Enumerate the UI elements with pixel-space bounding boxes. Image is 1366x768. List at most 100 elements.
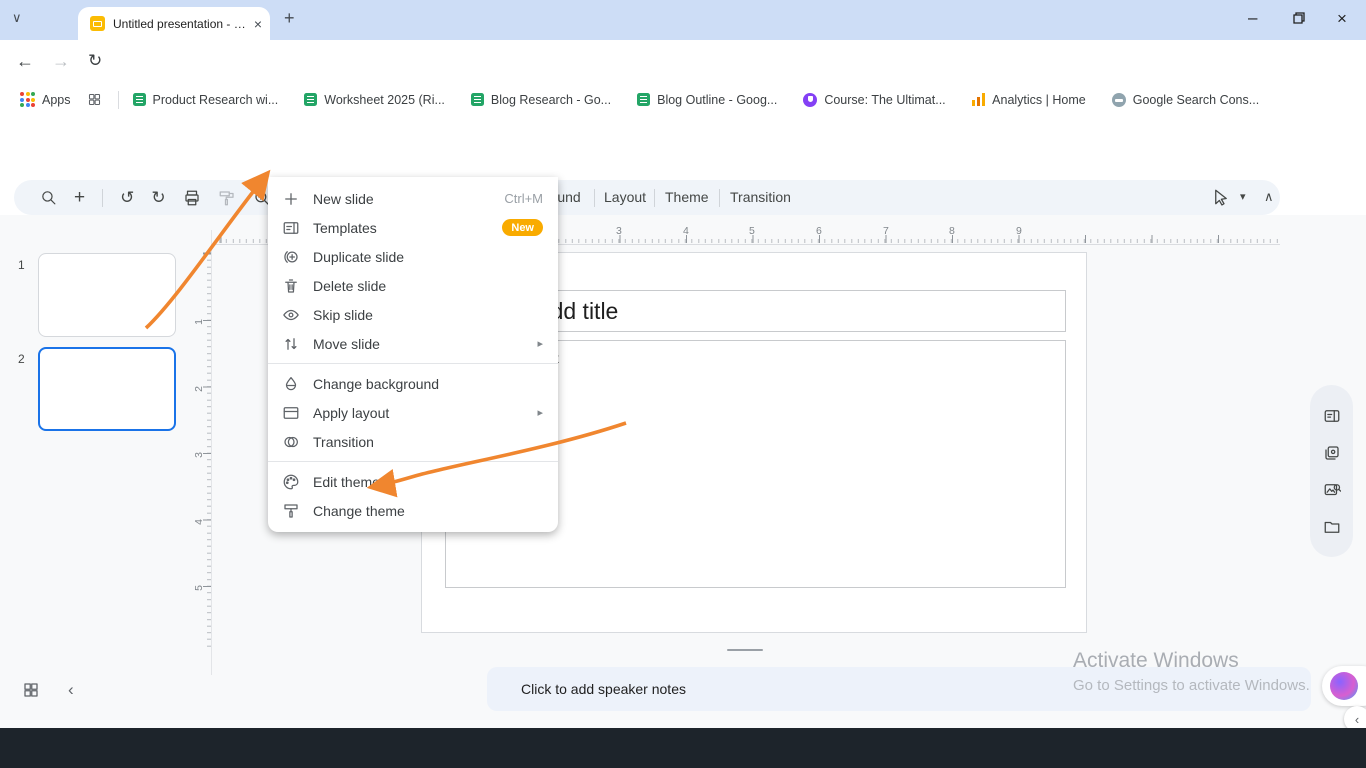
filmstrip: 1 2	[0, 230, 212, 675]
menu-item-duplicate-slide[interactable]: Duplicate slide	[268, 242, 558, 271]
laser-pointer-icon[interactable]	[1212, 188, 1230, 206]
back-icon[interactable]: ←	[16, 51, 34, 72]
menu-item-edit-theme[interactable]: Edit theme	[268, 467, 558, 496]
templates-panel-icon[interactable]	[1323, 407, 1341, 425]
speaker-notes-placeholder: Click to add speaker notes	[521, 681, 686, 697]
trash-icon	[281, 276, 301, 296]
sheets-favicon	[470, 93, 484, 106]
eye-icon	[281, 305, 301, 325]
bookmarks-separator	[117, 90, 119, 109]
toolbar-separator	[594, 189, 595, 207]
photos-panel-icon[interactable]	[1323, 444, 1341, 462]
menu-item-apply-layout[interactable]: Apply layout ▸	[268, 398, 558, 427]
activate-windows-watermark: Activate Windows Go to Settings to activ…	[1073, 649, 1310, 694]
brain-extension-icon	[1330, 672, 1358, 700]
pointer-caret-icon[interactable]: ▾	[1240, 190, 1246, 203]
menu-separator	[268, 461, 558, 462]
vertical-ruler: 1 2 3 4 5	[193, 250, 212, 650]
ruler-number: 6	[816, 225, 822, 237]
templates-icon	[281, 218, 301, 238]
bookmark-item[interactable]: Blog Outline - Goog...	[637, 93, 777, 107]
ruler-number: 1	[192, 319, 205, 325]
new-tab-icon[interactable]: +	[284, 9, 295, 27]
redo-icon[interactable]: ↻	[151, 188, 165, 208]
toolbar-separator	[719, 189, 720, 207]
layout-button[interactable]: Layout	[604, 189, 646, 205]
screen: ∨ Untitled presentation - Google × + – ×…	[0, 0, 1366, 768]
collapse-filmstrip-icon[interactable]: ‹	[68, 680, 74, 700]
ruler-number: 2	[192, 386, 205, 392]
plus-icon	[281, 189, 301, 209]
windows-taskbar: Type here to search ▶ R ≡	[0, 728, 1366, 768]
menu-item-skip-slide[interactable]: Skip slide	[268, 300, 558, 329]
toolbar-search-icon[interactable]	[40, 189, 57, 206]
bookmark-item[interactable]: Product Research wi...	[132, 93, 278, 107]
transition-button[interactable]: Transition	[730, 189, 791, 205]
toolbar-separator	[102, 188, 104, 207]
reading-list-grid-icon[interactable]	[87, 92, 102, 107]
apps-shortcut[interactable]: Apps	[20, 92, 71, 107]
menu-item-change-theme[interactable]: Change theme	[268, 496, 558, 525]
submenu-arrow-icon: ▸	[537, 407, 543, 419]
slides-header: Untitled presentation ☆ File Edit View I…	[0, 114, 1366, 289]
tab-search-chevron-icon[interactable]: ∨	[12, 11, 22, 24]
sheets-favicon	[304, 93, 318, 106]
image-search-panel-icon[interactable]	[1323, 481, 1341, 499]
apps-label: Apps	[42, 92, 71, 107]
side-panel	[1310, 385, 1353, 557]
extension-fab[interactable]	[1322, 666, 1366, 706]
ruler-number: 7	[883, 225, 889, 237]
collapse-toolbar-icon[interactable]: ∧	[1264, 189, 1274, 205]
window-minimize-icon[interactable]: –	[1248, 8, 1257, 28]
folder-panel-icon[interactable]	[1323, 518, 1341, 536]
theme-button[interactable]: Theme	[665, 189, 709, 205]
window-restore-icon[interactable]	[1292, 11, 1306, 25]
ruler-number: 5	[192, 585, 205, 591]
bookmark-item[interactable]: Course: The Ultimat...	[803, 92, 946, 107]
bookmark-item[interactable]: Blog Research - Go...	[470, 93, 611, 107]
menu-item-delete-slide[interactable]: Delete slide	[268, 271, 558, 300]
undo-icon[interactable]: ↺	[120, 188, 134, 208]
menu-item-move-slide[interactable]: Move slide ▸	[268, 329, 558, 358]
slide-2-number: 2	[18, 352, 25, 366]
menu-item-change-background[interactable]: Change background	[268, 369, 558, 398]
browser-tab[interactable]: Untitled presentation - Google ×	[78, 7, 270, 40]
bookmark-item[interactable]: Worksheet 2025 (Ri...	[304, 93, 445, 107]
ruler-number: 3	[192, 452, 205, 458]
palette-icon	[281, 472, 301, 492]
grid-view-icon[interactable]	[22, 681, 40, 699]
slides-toolbar: + ↺ ↻ Fit Background Layout Theme Transi…	[14, 180, 1280, 215]
sheets-favicon	[637, 93, 651, 106]
ruler-number: 8	[949, 225, 955, 237]
tab-close-icon[interactable]: ×	[254, 17, 262, 31]
ruler-number: 5	[749, 225, 755, 237]
slides-favicon	[90, 16, 105, 31]
slide-1-thumbnail[interactable]	[38, 253, 176, 337]
droplet-icon	[281, 374, 301, 394]
duplicate-icon	[281, 247, 301, 267]
window-close-icon[interactable]: ×	[1337, 9, 1347, 29]
ruler-number: 4	[192, 519, 205, 525]
menu-item-templates[interactable]: Templates New	[268, 213, 558, 242]
watermark-line1: Activate Windows	[1073, 649, 1239, 672]
menu-item-new-slide[interactable]: New slide Ctrl+M	[268, 184, 558, 213]
move-arrows-icon	[281, 334, 301, 354]
tab-title: Untitled presentation - Google	[113, 16, 254, 31]
print-icon[interactable]	[183, 189, 201, 207]
ruler-number: 3	[616, 225, 622, 237]
toolbar-separator	[654, 189, 655, 207]
notes-resize-handle[interactable]	[727, 649, 763, 651]
bookmark-item[interactable]: Google Search Cons...	[1111, 92, 1259, 107]
new-slide-plus-icon[interactable]: +	[74, 188, 85, 207]
analytics-favicon	[971, 93, 986, 106]
ruler-number: 9	[1016, 225, 1022, 237]
bookmark-item[interactable]: Analytics | Home	[971, 93, 1086, 107]
paint-format-icon	[219, 190, 234, 205]
bookmarks-bar: Apps Product Research wi... Worksheet 20…	[0, 85, 1366, 114]
forward-icon: →	[52, 51, 70, 71]
search-console-favicon	[1111, 92, 1126, 107]
slide-2-thumbnail-selected[interactable]	[38, 347, 176, 431]
menu-item-transition[interactable]: Transition	[268, 427, 558, 456]
browser-address-bar: ← → ↻ docs.google.com/presentation/d/1vL…	[0, 40, 1366, 118]
reload-icon[interactable]: ↻	[88, 51, 102, 71]
